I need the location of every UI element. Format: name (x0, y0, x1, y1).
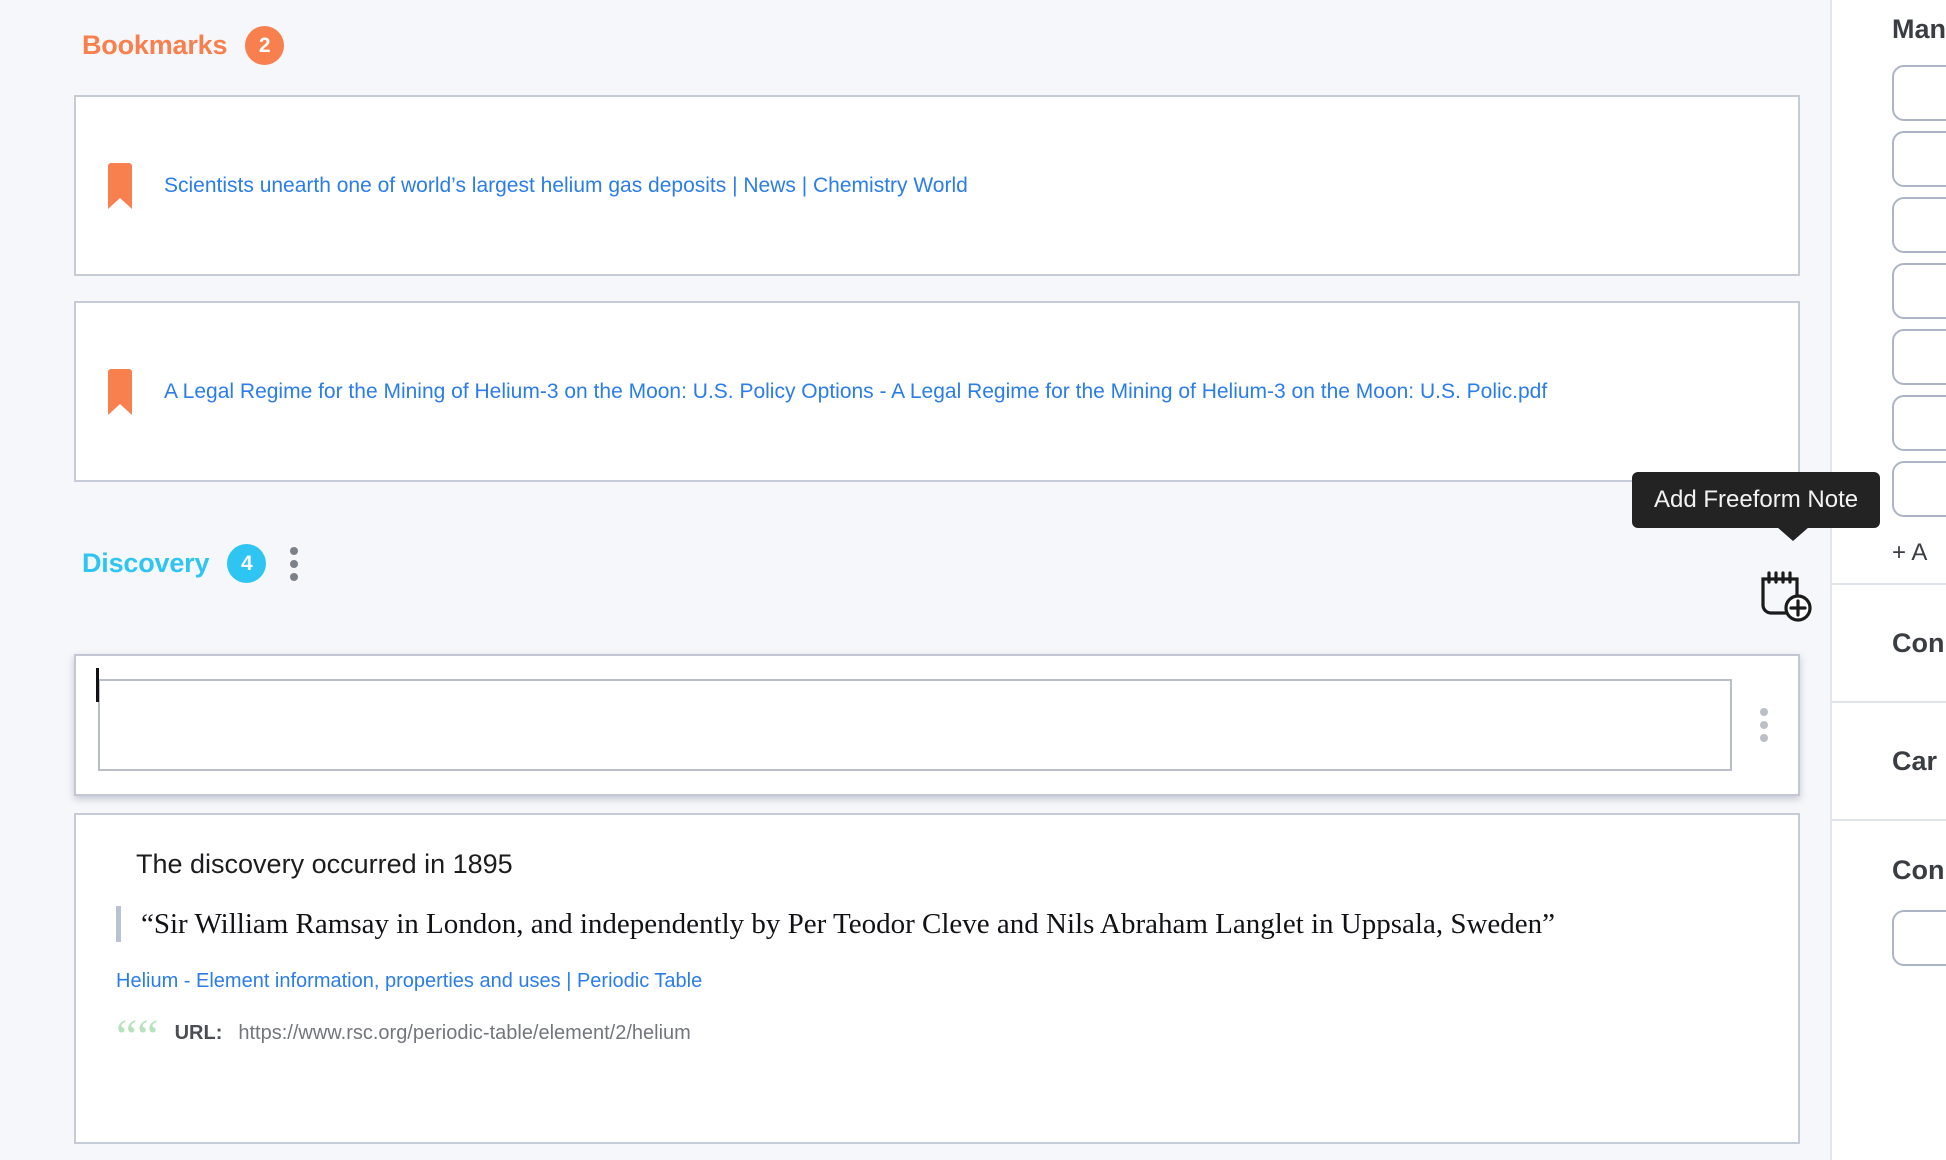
bookmark-ribbon-icon (106, 369, 134, 415)
kebab-menu-icon[interactable] (1754, 706, 1774, 745)
freeform-note-input[interactable] (98, 679, 1732, 771)
right-section-label: Car (1832, 746, 1937, 777)
bookmark-card[interactable]: Scientists unearth one of world’s larges… (74, 95, 1800, 276)
note-add-icon[interactable] (1757, 569, 1815, 623)
right-section-2[interactable]: Car (1832, 703, 1946, 821)
bookmark-card[interactable]: A Legal Regime for the Mining of Helium-… (74, 301, 1800, 482)
right-panel-add-button[interactable]: + A (1832, 527, 1946, 583)
discovery-result-quote: “Sir William Ramsay in London, and indep… (116, 906, 1758, 942)
right-section-1[interactable]: Con (1832, 585, 1946, 703)
discovery-result-heading: The discovery occurred in 1895 (136, 849, 1758, 880)
right-section-3[interactable]: Con (1832, 821, 1946, 966)
tooltip-tail (1777, 527, 1809, 541)
right-panel-chip[interactable] (1892, 263, 1946, 319)
right-panel-chip[interactable] (1892, 65, 1946, 121)
quote-marks-icon: ““ (116, 1023, 159, 1052)
bookmark-link[interactable]: Scientists unearth one of world’s larges… (164, 174, 968, 198)
discovery-title: Discovery (82, 548, 209, 579)
discovery-url-row: ““ URL: https://www.rsc.org/periodic-tab… (116, 1019, 1758, 1048)
right-panel-chip[interactable] (1892, 197, 1946, 253)
right-panel-chip[interactable] (1892, 461, 1946, 517)
text-cursor (96, 668, 99, 702)
right-panel-heading: Man (1832, 0, 1946, 55)
freeform-note-composer[interactable] (74, 654, 1800, 796)
right-panel-chip[interactable] (1892, 131, 1946, 187)
right-panel-chip[interactable] (1892, 395, 1946, 451)
bookmark-link[interactable]: A Legal Regime for the Mining of Helium-… (164, 380, 1547, 404)
discovery-count-badge: 4 (227, 544, 266, 583)
right-section-label: Con (1832, 628, 1944, 659)
discovery-source-link[interactable]: Helium - Element information, properties… (116, 970, 1758, 993)
tooltip-label: Add Freeform Note (1654, 486, 1858, 513)
bookmarks-count-badge: 2 (245, 26, 284, 65)
bookmarks-title: Bookmarks (82, 30, 227, 61)
bookmarks-section-header: Bookmarks 2 (0, 0, 1830, 65)
url-value: https://www.rsc.org/periodic-table/eleme… (238, 1022, 690, 1045)
add-freeform-note-tooltip: Add Freeform Note (1632, 472, 1880, 528)
kebab-menu-icon[interactable] (284, 544, 304, 583)
discovery-section-header: Discovery 4 (0, 544, 1830, 583)
right-panel-chip[interactable] (1892, 910, 1946, 966)
bookmark-ribbon-icon (106, 163, 134, 209)
right-section-label: Con (1832, 855, 1944, 885)
url-label: URL: (175, 1022, 223, 1045)
right-sidebar: Man + A Con Car Con (1830, 0, 1946, 1160)
discovery-result-card[interactable]: The discovery occurred in 1895 “Sir Will… (74, 813, 1800, 1144)
right-panel-chip[interactable] (1892, 329, 1946, 385)
app-root: Bookmarks 2 Scientists unearth one of wo… (0, 0, 1946, 1160)
